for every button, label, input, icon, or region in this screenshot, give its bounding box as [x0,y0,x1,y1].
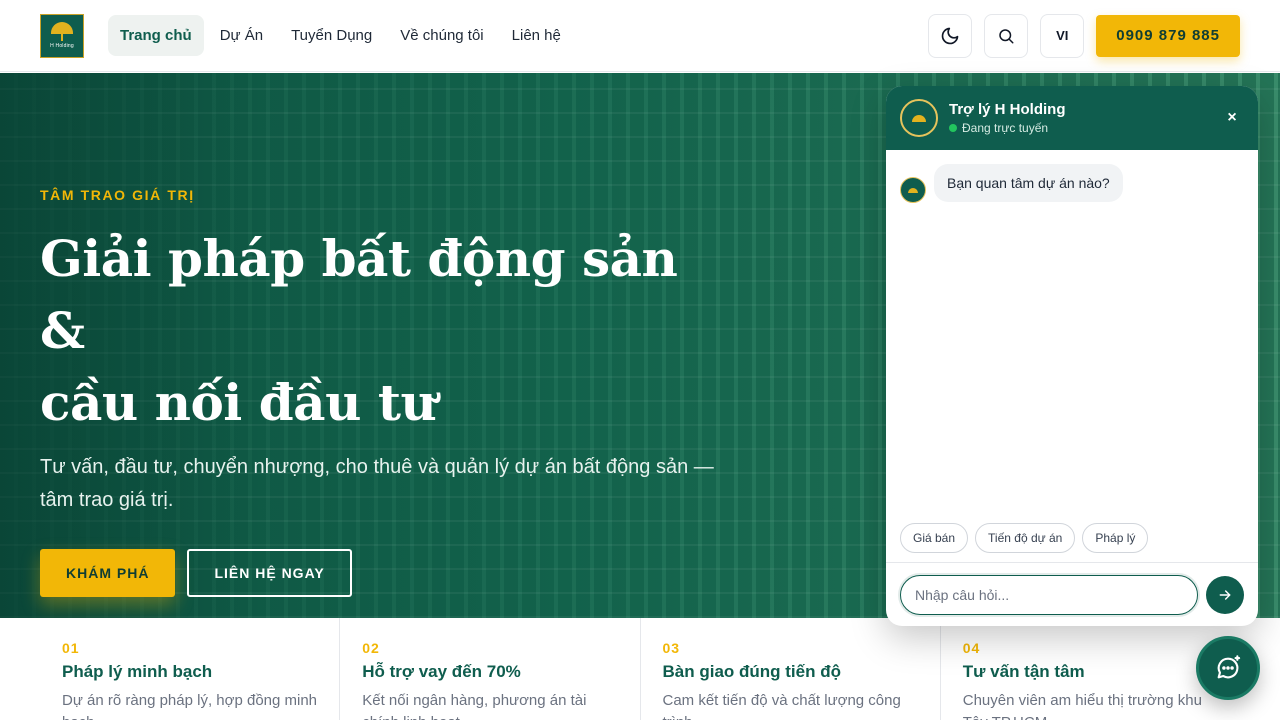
nav-item-about[interactable]: Về chúng tôi [388,15,495,56]
brand-logo[interactable]: H Holding [40,13,84,58]
quick-replies: Giá bán Tiến độ dự án Pháp lý [900,523,1149,553]
nav-item-contact[interactable]: Liên hệ [500,15,573,56]
main-nav: Trang chủ Dự Án Tuyển Dụng Về chúng tôi … [108,15,573,56]
logo-text: H Holding [50,43,74,49]
chat-input-bar [886,562,1258,626]
moon-icon [941,27,959,44]
hero-eyebrow: TÂM TRAO GIÁ TRỊ [40,187,195,203]
umbrella-icon [908,187,918,193]
bot-avatar [900,177,926,203]
feature-desc: Cam kết tiến độ và chất lượng công trình… [662,692,901,720]
nav-item-home[interactable]: Trang chủ [108,15,204,56]
search-button[interactable] [984,13,1029,58]
features-strip: 01 Pháp lý minh bạch Dự án rõ ràng pháp … [40,618,1240,720]
hero-title-line1: Giải pháp bất động sản & [40,229,678,360]
chat-status: Đang trực tuyến [949,121,1066,135]
feature-item: 01 Pháp lý minh bạch Dự án rõ ràng pháp … [40,618,341,720]
umbrella-icon [51,22,73,41]
feature-number: 04 [962,640,981,656]
feature-number: 01 [62,640,80,656]
feature-title: Tư vấn tận tâm [962,662,1085,681]
feature-title: Pháp lý minh bạch [62,662,213,681]
chat-messages: Bạn quan tâm dự án nào? [886,150,1258,217]
phone-button[interactable]: 0909 879 885 [1096,14,1240,57]
send-button[interactable] [1206,575,1244,614]
contact-now-button[interactable]: LIÊN HỆ NGAY [187,549,352,597]
chat-status-text: Đang trực tuyến [962,121,1049,135]
quick-reply-legal[interactable]: Pháp lý [1082,523,1149,553]
explore-button[interactable]: KHÁM PHÁ [40,549,176,597]
theme-toggle-button[interactable] [928,13,973,58]
assistant-avatar [900,99,938,137]
header-actions: VI 0909 879 885 [928,13,1240,58]
chat-close-button[interactable]: × [1220,109,1244,127]
feature-desc: Kết nối ngân hàng, phương án tài chính l… [362,692,587,720]
feature-number: 03 [662,640,681,656]
hero-title-line2: cầu nối đầu tư [40,373,437,432]
chat-toggle-button[interactable] [1196,636,1260,700]
quick-reply-progress[interactable]: Tiến độ dự án [975,523,1076,553]
search-icon [999,28,1014,43]
hero-actions: KHÁM PHÁ LIÊN HỆ NGAY [40,549,720,597]
feature-title: Hỗ trợ vay đến 70% [362,662,521,681]
quick-reply-price[interactable]: Giá bán [900,523,969,553]
message-bubble: Bạn quan tâm dự án nào? [934,164,1123,202]
chat-bubble-icon [1217,655,1241,679]
chat-title-wrap: Trợ lý H Holding Đang trực tuyến [949,101,1066,135]
chat-panel: Trợ lý H Holding Đang trực tuyến × Bạn q… [886,86,1258,626]
chat-input[interactable] [900,574,1198,615]
nav-item-projects[interactable]: Dự Án [208,15,275,56]
chat-header: Trợ lý H Holding Đang trực tuyến × [886,86,1258,150]
site-header: H Holding Trang chủ Dự Án Tuyển Dụng Về … [0,0,1280,72]
language-button[interactable]: VI [1040,13,1085,58]
feature-item: 02 Hỗ trợ vay đến 70% Kết nối ngân hàng,… [340,618,641,720]
online-dot-icon [949,124,957,132]
chat-title: Trợ lý H Holding [949,101,1066,118]
hero-content: TÂM TRAO GIÁ TRỊ Giải pháp bất động sản … [40,187,720,597]
hero-title: Giải pháp bất động sản & cầu nối đầu tư [40,223,720,439]
arrow-right-icon [1219,589,1231,600]
umbrella-icon [912,114,926,122]
chat-message: Bạn quan tâm dự án nào? [900,164,1244,203]
feature-title: Bàn giao đúng tiến độ [662,662,841,681]
feature-number: 02 [362,640,380,656]
feature-desc: Dự án rõ ràng pháp lý, hợp đồng minh bạc… [62,692,318,720]
hero-subtitle: Tư vấn, đầu tư, chuyển nhượng, cho thuê … [40,456,714,511]
feature-desc: Chuyên viên am hiểu thị trường khu Tây T… [962,692,1202,720]
feature-item: 03 Bàn giao đúng tiến độ Cam kết tiến độ… [641,618,941,720]
nav-item-careers[interactable]: Tuyển Dụng [279,15,384,56]
